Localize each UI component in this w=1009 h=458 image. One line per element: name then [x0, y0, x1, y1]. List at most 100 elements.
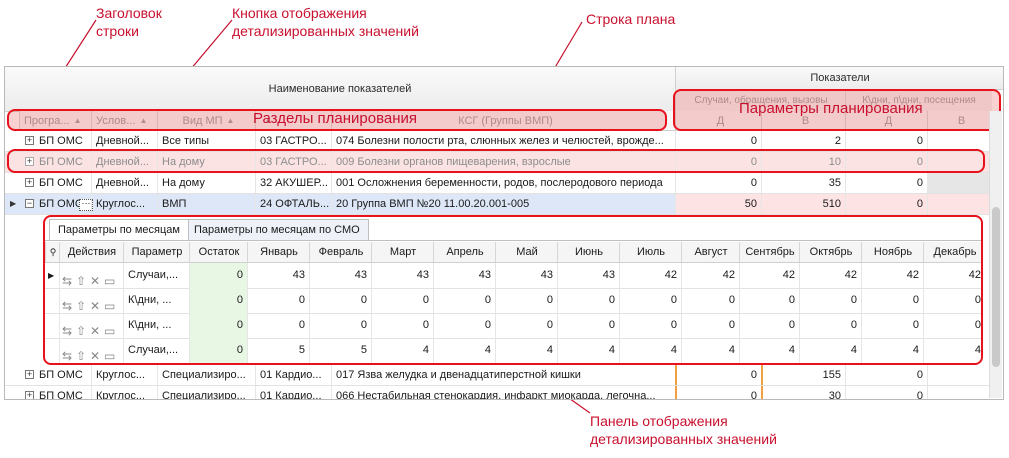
detail-month-cell[interactable]: 5	[309, 338, 371, 363]
detail-month-cell[interactable]: 0	[371, 288, 433, 313]
cell-v2[interactable]	[927, 131, 991, 151]
detail-month-cell[interactable]: 0	[739, 313, 799, 338]
cell-d2[interactable]: 0	[845, 365, 927, 385]
cell-v2[interactable]	[927, 386, 991, 399]
detail-month-cell[interactable]: 42	[681, 263, 739, 288]
detail-remainder-cell[interactable]: 0	[189, 313, 247, 338]
expand-row-icon[interactable]: +	[25, 178, 34, 187]
cell-d2[interactable]: 0	[845, 173, 927, 193]
detail-month-cell[interactable]: 0	[247, 313, 309, 338]
expand-row-icon[interactable]: +	[25, 370, 34, 379]
swap-icon[interactable]: ⇆	[62, 319, 75, 338]
detail-col-feb[interactable]: Февраль	[309, 242, 372, 263]
detail-month-cell[interactable]: 4	[495, 338, 557, 363]
cell-d1[interactable]: 50	[675, 194, 761, 214]
detail-month-cell[interactable]: 0	[681, 313, 739, 338]
cell-d1[interactable]: 0	[675, 131, 761, 151]
detail-month-cell[interactable]: 0	[799, 313, 861, 338]
detail-month-cell[interactable]: 0	[433, 313, 495, 338]
collapse-row-icon[interactable]: −	[25, 199, 34, 208]
detail-month-cell[interactable]: 42	[739, 263, 799, 288]
cell-v1[interactable]: 2	[761, 131, 845, 151]
table-row[interactable]: + БП ОМС Круглос... Специализиро... 01 К…	[5, 365, 991, 386]
tab-monthly-params[interactable]: Параметры по месяцам	[49, 219, 189, 240]
detail-month-cell[interactable]: 4	[557, 338, 619, 363]
detail-month-cell[interactable]: 0	[495, 313, 557, 338]
band-indicators-header[interactable]: Показатели	[675, 67, 1003, 90]
arrow-up-icon[interactable]: ⇧	[76, 269, 89, 288]
cell-v1[interactable]: 155	[761, 365, 845, 385]
detail-col-param[interactable]: Параметр	[123, 242, 190, 263]
delete-icon[interactable]: ✕	[90, 269, 103, 288]
detail-col-oct[interactable]: Октябрь	[799, 242, 862, 263]
cell-d2[interactable]: 0	[845, 386, 927, 399]
detail-month-cell[interactable]: 0	[923, 288, 981, 313]
detail-month-cell[interactable]: 0	[861, 313, 923, 338]
detail-month-cell[interactable]: 0	[309, 313, 371, 338]
comment-icon[interactable]: ▭	[104, 344, 117, 363]
detail-month-cell[interactable]: 4	[799, 338, 861, 363]
swap-icon[interactable]: ⇆	[62, 344, 75, 363]
detail-month-cell[interactable]: 4	[923, 338, 981, 363]
detail-month-cell[interactable]: 43	[433, 263, 495, 288]
cell-d2[interactable]: 0	[845, 194, 927, 214]
detail-row[interactable]: ⇆ ⇧ ✕ ▭ К\дни, ... 0 0 0 0 0 0 0 0 0 0 0 0 0	[45, 313, 981, 339]
detail-row[interactable]: ▶ ⇆ ⇧ ✕ ▭ Случаи,... 0 43 43 43 43 43 43 42 42 42 42 42 42	[45, 263, 981, 289]
detail-col-jul[interactable]: Июль	[619, 242, 682, 263]
cell-v2[interactable]	[927, 365, 991, 385]
detail-col-jun[interactable]: Июнь	[557, 242, 620, 263]
cell-v1[interactable]: 30	[761, 386, 845, 399]
arrow-up-icon[interactable]: ⇧	[76, 319, 89, 338]
detail-col-mar[interactable]: Март	[371, 242, 434, 263]
detail-month-cell[interactable]: 43	[495, 263, 557, 288]
detail-month-cell[interactable]: 42	[923, 263, 981, 288]
expand-row-icon[interactable]: +	[25, 391, 34, 399]
scrollbar-thumb[interactable]	[992, 207, 1000, 367]
cell-d1[interactable]: 0	[675, 173, 761, 193]
detail-col-nov[interactable]: Ноябрь	[861, 242, 924, 263]
cell-v1[interactable]: 510	[761, 194, 845, 214]
detail-month-cell[interactable]: 0	[619, 288, 681, 313]
cell-d1[interactable]: 0	[675, 386, 761, 399]
detail-month-cell[interactable]: 4	[739, 338, 799, 363]
detail-month-cell[interactable]: 43	[371, 263, 433, 288]
expand-row-icon[interactable]: +	[25, 136, 34, 145]
detail-month-cell[interactable]: 5	[247, 338, 309, 363]
detail-month-cell[interactable]: 0	[309, 288, 371, 313]
delete-icon[interactable]: ✕	[90, 294, 103, 313]
detail-month-cell[interactable]: 0	[681, 288, 739, 313]
arrow-up-icon[interactable]: ⇧	[76, 294, 89, 313]
cell-v1[interactable]: 35	[761, 173, 845, 193]
detail-filter-header[interactable]: ⚲	[45, 242, 60, 263]
detail-month-cell[interactable]: 0	[557, 313, 619, 338]
tab-monthly-params-smo[interactable]: Параметры по месяцам по СМО	[185, 219, 369, 240]
cell-d1[interactable]: 0	[675, 365, 761, 385]
swap-icon[interactable]: ⇆	[62, 269, 75, 288]
detail-month-cell[interactable]: 0	[557, 288, 619, 313]
detail-month-cell[interactable]: 4	[619, 338, 681, 363]
detail-remainder-cell[interactable]: 0	[189, 338, 247, 363]
detail-remainder-cell[interactable]: 0	[189, 263, 247, 288]
comment-icon[interactable]: ▭	[104, 269, 117, 288]
detail-month-cell[interactable]: 42	[799, 263, 861, 288]
detail-month-cell[interactable]: 0	[433, 288, 495, 313]
detail-month-cell[interactable]: 43	[557, 263, 619, 288]
detail-col-may[interactable]: Май	[495, 242, 558, 263]
detail-row[interactable]: ⇆ ⇧ ✕ ▭ К\дни, ... 0 0 0 0 0 0 0 0 0 0 0 0 0	[45, 288, 981, 314]
table-row[interactable]: + БП ОМС Дневной... На дому 32 АКУШЕР...…	[5, 173, 991, 194]
detail-col-jan[interactable]: Январь	[247, 242, 310, 263]
detail-col-remainder[interactable]: Остаток	[189, 242, 248, 263]
delete-icon[interactable]: ✕	[90, 344, 103, 363]
detail-month-cell[interactable]: 0	[739, 288, 799, 313]
detail-month-cell[interactable]: 42	[619, 263, 681, 288]
swap-icon[interactable]: ⇆	[62, 294, 75, 313]
detail-col-actions[interactable]: Действия	[59, 242, 124, 263]
detail-row[interactable]: ⇆ ⇧ ✕ ▭ Случаи,... 0 5 5 4 4 4 4 4 4 4 4 4 4	[45, 338, 981, 363]
arrow-up-icon[interactable]: ⇧	[76, 344, 89, 363]
detail-month-cell[interactable]: 4	[433, 338, 495, 363]
table-row-selected[interactable]: ▶ − БП ОМС ··· Круглос... ВМП 24 ОФТАЛЬ.…	[5, 194, 991, 215]
cell-v2[interactable]	[927, 194, 991, 214]
detail-month-cell[interactable]: 0	[495, 288, 557, 313]
detail-month-cell[interactable]: 0	[619, 313, 681, 338]
detail-month-cell[interactable]: 4	[681, 338, 739, 363]
